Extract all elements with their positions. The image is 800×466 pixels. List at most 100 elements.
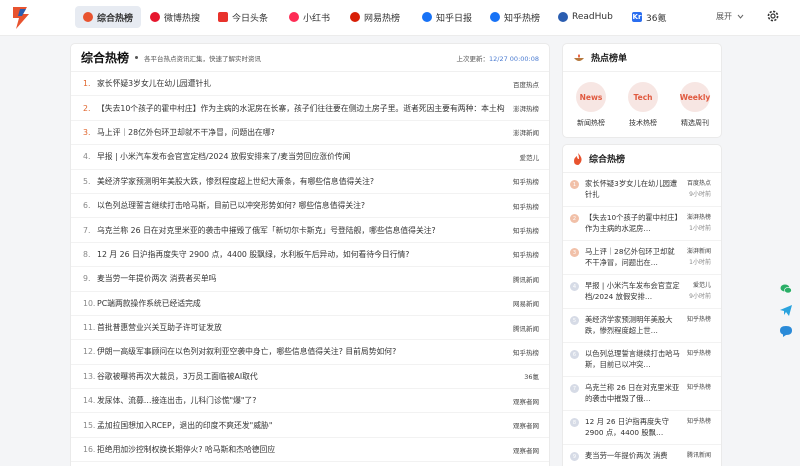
- nav-tab-weibo[interactable]: 微博热搜: [142, 6, 208, 28]
- rank-number: 6.: [83, 201, 91, 211]
- item-title[interactable]: 【失去10个孩子的霍中村庄】作为主病的水泥房在长寨，孩子们往往要在侧边土房子里。…: [97, 103, 505, 114]
- share-telegram-button[interactable]: [778, 302, 794, 318]
- list-item[interactable]: 6. 以色列总理誓言继续打击哈马斯，目前已以冲突形势如何? 哪些信息值得关注? 知乎…: [71, 194, 549, 219]
- nav-tab-zhihu-hot[interactable]: 知乎热榜: [482, 6, 548, 28]
- side-list-item[interactable]: 4 早报 | 小米汽车发布会官宣定档/2024 放假安排… 爱范儿 9小时前: [563, 275, 721, 309]
- weekly-badge: Weekly: [680, 82, 710, 112]
- item-time: 1小时前: [689, 225, 711, 232]
- hot-category-tech[interactable]: Tech 技术热榜: [623, 82, 663, 128]
- card-header: 热点榜单: [563, 44, 721, 72]
- side-list-item[interactable]: 9 麦当劳一年提价两次 消费 腾讯新闻: [563, 445, 721, 466]
- item-source: 知乎热榜: [513, 348, 539, 357]
- side-list-item[interactable]: 8 12 月 26 日沪指再度失守 2900 点，4400 股飘… 知乎热榜: [563, 411, 721, 445]
- nav-tab-36kr[interactable]: Kr 36氪: [624, 6, 674, 28]
- nav-tab-readhub[interactable]: ReadHub: [550, 6, 621, 28]
- fire-bowl-icon: [574, 53, 584, 61]
- site-logo[interactable]: [10, 5, 32, 31]
- item-title[interactable]: 早报 | 小米汽车发布会官宣定档/2024 放假安排来了/麦当劳回应涨价传闻: [97, 151, 512, 162]
- item-source: 知乎热榜: [686, 418, 711, 425]
- netease-icon: [350, 12, 360, 22]
- side-list-item[interactable]: 7 乌克兰称 26 日在对克里米亚的袭击中摧毁了俄… 知乎热榜: [563, 377, 721, 411]
- list-item[interactable]: 10. PC端两款操作系统已经适完成 网易新闻: [71, 292, 549, 316]
- item-title[interactable]: 首批普惠营业兴关互助子许可证发放: [97, 322, 505, 333]
- rank-number: 13.: [83, 371, 96, 381]
- item-title[interactable]: 家长怀疑3岁女儿在幼儿园遭针扎: [97, 78, 505, 89]
- hot-category-weekly[interactable]: Weekly 精选周刊: [675, 82, 715, 128]
- list-item[interactable]: 8. 12 月 26 日沪指再度失守 2900 点，4400 股飘绿，水利板午后异…: [71, 243, 549, 268]
- share-wechat-button[interactable]: [778, 281, 794, 297]
- list-item[interactable]: 14. 发尿体、流募…接连出击，儿科门诊慌"爆"了? 观察者网: [71, 389, 549, 414]
- rank-number: 15.: [83, 420, 96, 430]
- list-item[interactable]: 2. 【失去10个孩子的霍中村庄】作为主病的水泥房在长寨，孩子们往往要在侧边土房子…: [71, 96, 549, 121]
- item-title[interactable]: 12 月 26 日沪指再度失守 2900 点，4400 股飘…: [585, 416, 680, 438]
- chat-button[interactable]: [778, 323, 794, 339]
- rank-number: 8.: [83, 249, 91, 259]
- item-title[interactable]: 美经济学家预测明年美股大跌，惨烈程度超上世…: [585, 314, 680, 336]
- nav-tab-zhihu-daily[interactable]: 知乎日报: [414, 6, 480, 28]
- item-title[interactable]: 拒绝用加沙控制权换长期停火? 哈马斯和杰哈德回应: [97, 444, 505, 455]
- side-list-item[interactable]: 6 以色列总理誓言继续打击哈马斯，目前已以冲突… 知乎热榜: [563, 343, 721, 377]
- side-list-item[interactable]: 2 【失去10个孩子的霍中村庄】作为主病的水泥房… 澎湃热榜 1小时前: [563, 207, 721, 241]
- list-item[interactable]: 3. 马上评｜28亿外包环卫却就不干净冒，问题出在哪? 澎湃新闻: [71, 121, 549, 146]
- item-title[interactable]: 早报 | 小米汽车发布会官宣定档/2024 放假安排…: [585, 280, 680, 302]
- zhihu-daily-icon: [422, 12, 432, 22]
- list-item[interactable]: 5. 美经济学家预测明年美股大跌，惨烈程度超上世纪大萧条，有哪些信息值得关注? 知乎…: [71, 170, 549, 194]
- item-source: 澎湃热榜: [513, 105, 539, 114]
- item-source: 36氪: [524, 373, 539, 382]
- hot-list: 1. 家长怀疑3岁女儿在幼儿园遭针扎 百度热点 2. 【失去10个孩子的霍中村庄】作为…: [71, 72, 549, 463]
- tech-badge: Tech: [628, 82, 658, 112]
- item-title[interactable]: 伊朗一高级军事顾问在以色列对叙利亚空袭中身亡，哪些信息值得关注? 目前局势如何?: [97, 346, 505, 357]
- list-item[interactable]: 15. 孟加拉国想加入RCEP，退出的印度不爽还发"威胁" 观察者网: [71, 413, 549, 438]
- item-title[interactable]: 美经济学家预测明年美股大跌，惨烈程度超上世纪大萧条，有哪些信息值得关注?: [97, 176, 505, 187]
- rank-number: 7.: [83, 225, 91, 235]
- item-title[interactable]: 麦当劳一年提价两次 消费: [585, 450, 680, 466]
- nav-tab-zonghe[interactable]: 综合热榜: [75, 6, 142, 28]
- list-item[interactable]: 13. 谷歌被曝将再次大裁员，3万员工面临被AI取代 36氪: [71, 365, 549, 390]
- side-hot-list-card: 综合热榜 1 家长怀疑3岁女儿在幼儿园遭针扎 百度热点 9小时前 2 【失去10个孩子的…: [562, 144, 722, 466]
- list-item[interactable]: 1. 家长怀疑3岁女儿在幼儿园遭针扎 百度热点: [71, 72, 549, 97]
- item-source: 腾讯新闻: [686, 452, 711, 459]
- item-title[interactable]: 以色列总理誓言继续打击哈马斯，目前已以冲突形势如何? 哪些信息值得关注?: [97, 200, 505, 211]
- item-source: 知乎热榜: [686, 316, 711, 323]
- item-title[interactable]: 孟加拉国想加入RCEP，退出的印度不爽还发"威胁": [97, 420, 505, 431]
- hot-list-categories-card: 热点榜单 News 新闻热榜 Tech 技术热榜 Weekly 精选周刊: [562, 43, 722, 138]
- expand-menu-button[interactable]: 展开: [716, 11, 744, 22]
- side-list-item[interactable]: 1 家长怀疑3岁女儿在幼儿园遭针扎 百度热点 9小时前: [563, 173, 721, 207]
- hot-category-news[interactable]: News 新闻热榜: [571, 82, 611, 128]
- telegram-icon: [780, 304, 792, 316]
- rank-number: 3: [570, 248, 579, 257]
- item-title[interactable]: 马上评｜28亿外包环卫却就不干净冒，问题出在…: [585, 246, 680, 268]
- item-title[interactable]: 谷歌被曝将再次大裁员，3万员工面临被AI取代: [97, 371, 516, 382]
- item-title[interactable]: 以色列总理誓言继续打击哈马斯，目前已以冲突…: [585, 348, 680, 370]
- item-source: 腾讯新闻: [513, 275, 539, 284]
- item-title[interactable]: 发尿体、流募…接连出击，儿科门诊慌"爆"了?: [97, 395, 505, 406]
- item-title[interactable]: 麦当劳一年提价两次 消费者买单吗: [97, 273, 505, 284]
- item-title[interactable]: 乌克兰称 26 日在对克里米亚的袭击中摧毁了俄军「新切尔卡斯克」号登陆舰，哪些信…: [97, 225, 505, 236]
- item-title[interactable]: 家长怀疑3岁女儿在幼儿园遭针扎: [585, 178, 680, 200]
- item-source: 澎湃新闻: [513, 129, 539, 138]
- rank-number: 3.: [83, 127, 91, 137]
- item-title[interactable]: 【失去10个孩子的霍中村庄】作为主病的水泥房…: [585, 212, 680, 234]
- item-title[interactable]: PC端两款操作系统已经适完成: [97, 298, 505, 309]
- nav-tab-netease[interactable]: 网易热榜: [342, 6, 408, 28]
- nav-tab-toutiao[interactable]: 今日头条: [210, 6, 276, 28]
- list-item[interactable]: 11. 首批普惠营业兴关互助子许可证发放 腾讯新闻: [71, 316, 549, 341]
- side-list-item[interactable]: 3 马上评｜28亿外包环卫却就不干净冒，问题出在… 澎湃新闻 1小时前: [563, 241, 721, 275]
- main-hot-list-card: 综合热榜 各平台热点资讯汇集，快速了解实时资讯 上次更新：12/27 00:00…: [70, 43, 550, 466]
- flame-icon: [574, 152, 582, 165]
- list-item[interactable]: 16. 拒绝用加沙控制权换长期停火? 哈马斯和杰哈德回应 观察者网: [71, 438, 549, 463]
- nav-tab-xiaohongshu[interactable]: 小红书: [281, 6, 338, 28]
- list-item[interactable]: 7. 乌克兰称 26 日在对克里米亚的袭击中摧毁了俄军「新切尔卡斯克」号登陆舰，哪…: [71, 218, 549, 243]
- 36kr-icon: Kr: [632, 12, 642, 22]
- toutiao-icon: [218, 12, 228, 22]
- wechat-icon: [780, 284, 792, 294]
- list-item[interactable]: 4. 早报 | 小米汽车发布会官宣定档/2024 放假安排来了/麦当劳回应涨价传闻…: [71, 145, 549, 170]
- gear-icon[interactable]: [766, 9, 780, 23]
- list-item[interactable]: 9. 麦当劳一年提价两次 消费者买单吗 腾讯新闻: [71, 267, 549, 292]
- side-list-item[interactable]: 5 美经济学家预测明年美股大跌，惨烈程度超上世… 知乎热榜: [563, 309, 721, 343]
- list-item[interactable]: 12. 伊朗一高级军事顾问在以色列对叙利亚空袭中身亡，哪些信息值得关注? 目前局势…: [71, 340, 549, 365]
- item-title[interactable]: 乌克兰称 26 日在对克里米亚的袭击中摧毁了俄…: [585, 382, 680, 404]
- item-title[interactable]: 12 月 26 日沪指再度失守 2900 点，4400 股飘绿，水利板午后异动，…: [97, 249, 505, 260]
- item-title[interactable]: 马上评｜28亿外包环卫却就不干净冒，问题出在哪?: [97, 127, 505, 138]
- item-source: 知乎热榜: [513, 202, 539, 211]
